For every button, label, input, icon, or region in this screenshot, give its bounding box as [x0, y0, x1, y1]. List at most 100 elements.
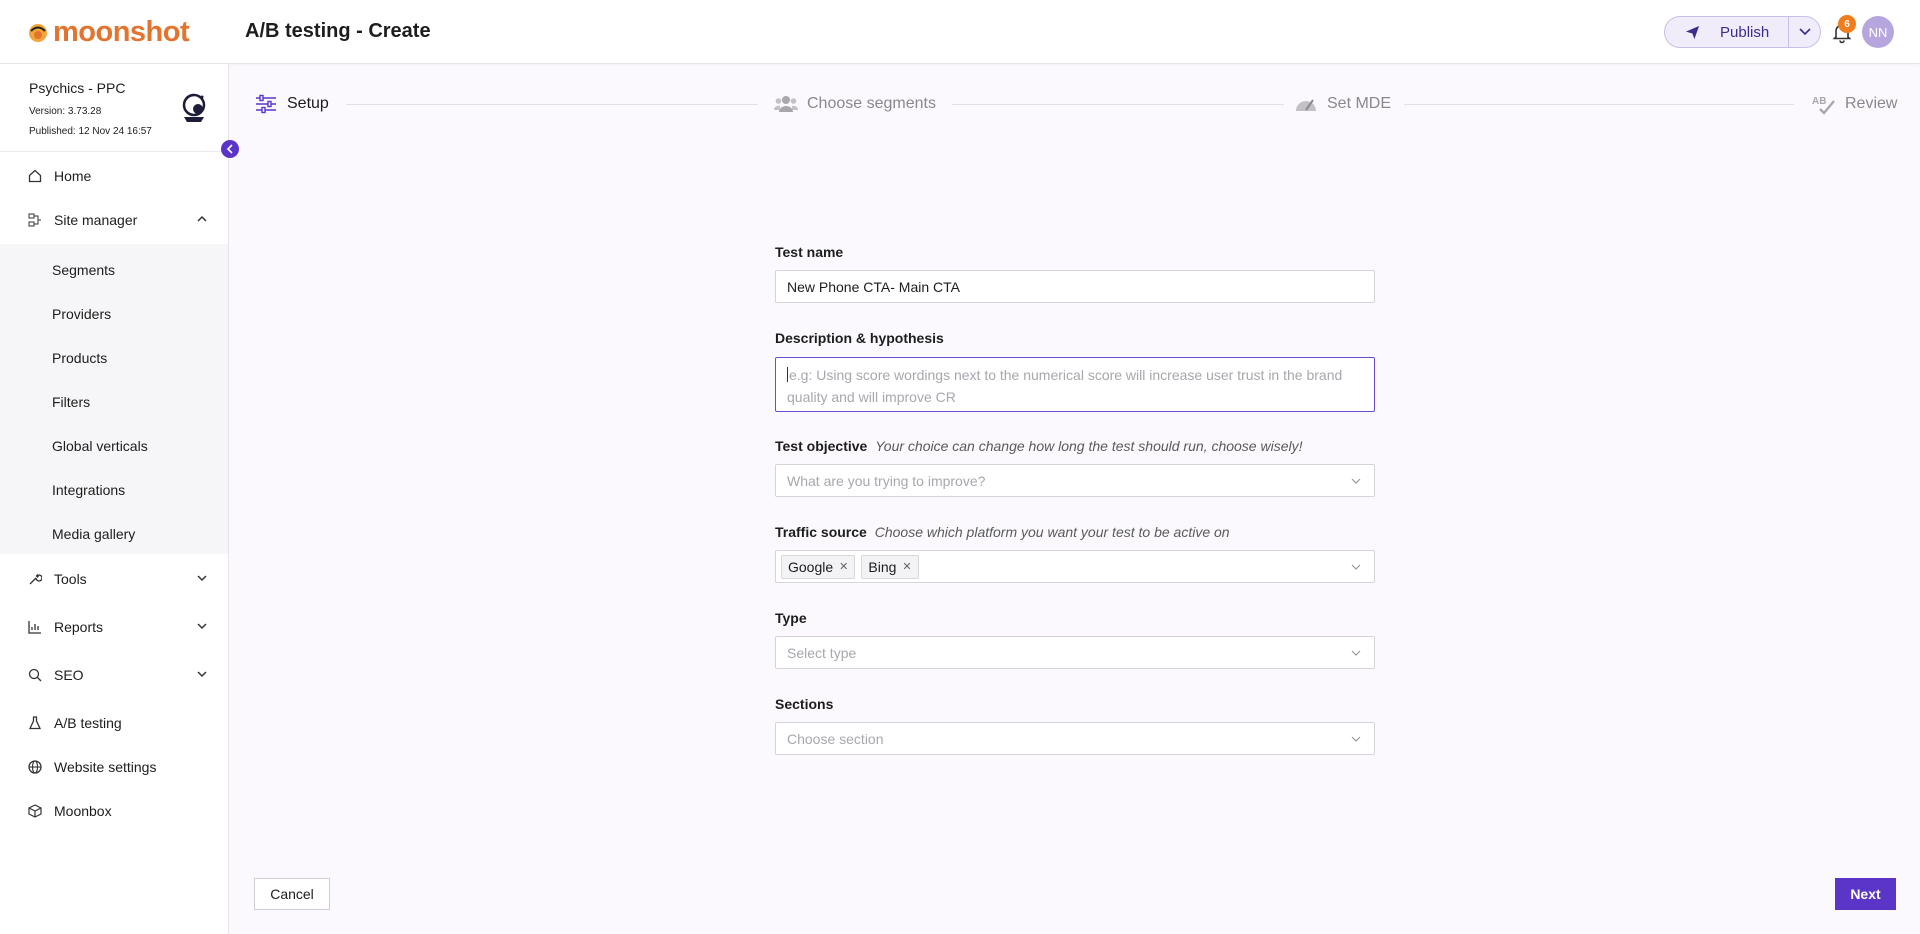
traffic-source-label: Traffic source Choose which platform you…	[775, 524, 1230, 540]
bar-chart-icon	[27, 619, 43, 635]
tag-google-label: Google	[788, 558, 834, 575]
sidebar-item-filters[interactable]: Filters	[52, 394, 90, 410]
step-choose-segments[interactable]: Choose segments	[774, 92, 936, 116]
sidebar-item-providers[interactable]: Providers	[52, 306, 111, 322]
site-manager-submenu: Segments Providers Products Filters Glob…	[0, 244, 228, 554]
test-objective-label: Test objective Your choice can change ho…	[775, 438, 1303, 454]
step-connector	[1404, 104, 1794, 105]
site-info: Psychics - PPC Version: 3.73.28 Publishe…	[0, 64, 228, 152]
tag-bing: Bing ✕	[861, 554, 919, 579]
nav-tools[interactable]: Tools	[0, 558, 228, 600]
nav-moonbox-label: Moonbox	[54, 803, 112, 819]
nav-site-manager[interactable]: Site manager	[0, 199, 228, 241]
nav-reports-label: Reports	[54, 619, 104, 635]
publish-split-button: Publish	[1664, 16, 1821, 48]
traffic-source-title: Traffic source	[775, 524, 867, 540]
sidebar-item-media-gallery[interactable]: Media gallery	[52, 526, 135, 542]
step-connector	[952, 104, 1284, 105]
crystal-ball-icon	[182, 93, 206, 122]
publish-options-button[interactable]	[1789, 17, 1820, 47]
chevron-down-icon	[1351, 478, 1361, 484]
nav-ab-testing-label: A/B testing	[54, 715, 122, 731]
sitemap-icon	[27, 212, 43, 228]
gauge-icon	[1294, 92, 1318, 116]
chevron-down-icon	[197, 575, 207, 582]
nav-website-settings-label: Website settings	[54, 759, 157, 775]
remove-tag-icon[interactable]: ✕	[902, 560, 911, 573]
cancel-button[interactable]: Cancel	[254, 878, 330, 910]
site-version: Version: 3.73.28	[29, 106, 102, 117]
logo-wordmark: moonshot	[53, 15, 190, 48]
test-objective-select[interactable]: What are you trying to improve?	[775, 464, 1375, 497]
type-placeholder: Select type	[787, 644, 857, 661]
test-objective-title: Test objective	[775, 438, 868, 454]
tag-google: Google ✕	[781, 554, 856, 579]
step-setup-label: Setup	[287, 95, 329, 112]
test-objective-hint: Your choice can change how long the test…	[875, 438, 1303, 454]
sidebar: Psychics - PPC Version: 3.73.28 Publishe…	[0, 64, 229, 934]
tag-bing-label: Bing	[868, 558, 897, 575]
chevron-down-icon	[1351, 650, 1361, 656]
moonshot-logo[interactable]: moonshot	[26, 15, 190, 48]
site-published: Published: 12 Nov 24 16:57	[29, 126, 152, 137]
users-icon	[774, 92, 798, 116]
chevron-left-icon	[226, 144, 233, 154]
test-name-label: Test name	[775, 244, 844, 260]
chevron-up-icon	[197, 215, 207, 222]
traffic-source-hint: Choose which platform you want your test…	[874, 524, 1230, 540]
sidebar-item-integrations[interactable]: Integrations	[52, 482, 125, 498]
type-label: Type	[775, 610, 807, 626]
collapse-sidebar-button[interactable]	[221, 140, 239, 158]
step-review-label: Review	[1845, 95, 1898, 112]
nav-moonbox[interactable]: Moonbox	[0, 790, 228, 832]
chevron-down-icon	[197, 671, 207, 678]
description-label: Description & hypothesis	[775, 330, 944, 346]
seo-search-icon	[27, 667, 43, 683]
site-name: Psychics - PPC	[29, 80, 126, 96]
nav-reports[interactable]: Reports	[0, 606, 228, 648]
nav-website-settings[interactable]: Website settings	[0, 746, 228, 788]
test-name-input[interactable]: New Phone CTA- Main CTA	[775, 270, 1375, 303]
step-choose-segments-label: Choose segments	[807, 95, 936, 112]
step-review[interactable]: AB Review	[1812, 92, 1897, 116]
step-set-mde-label: Set MDE	[1327, 95, 1392, 112]
chevron-down-icon	[1351, 564, 1361, 570]
sliders-icon	[254, 92, 278, 116]
sections-select[interactable]: Choose section	[775, 722, 1375, 755]
step-setup[interactable]: Setup	[254, 92, 329, 116]
sidebar-item-products[interactable]: Products	[52, 350, 107, 366]
flask-icon	[27, 715, 43, 731]
sidebar-item-segments[interactable]: Segments	[52, 262, 115, 278]
test-objective-placeholder: What are you trying to improve?	[787, 472, 986, 489]
step-set-mde[interactable]: Set MDE	[1294, 92, 1391, 116]
text-cursor	[787, 367, 788, 382]
nav-seo[interactable]: SEO	[0, 654, 228, 696]
traffic-source-select[interactable]: Google ✕ Bing ✕	[775, 550, 1375, 583]
step-connector	[346, 104, 758, 105]
ab-check-icon: AB	[1812, 92, 1836, 116]
chevron-down-icon	[1798, 28, 1811, 36]
nav-ab-testing[interactable]: A/B testing	[0, 702, 228, 744]
publish-label: Publish	[1720, 23, 1770, 41]
publish-button[interactable]: Publish	[1665, 17, 1789, 47]
remove-tag-icon[interactable]: ✕	[839, 560, 848, 573]
moon-logo-icon	[29, 24, 47, 42]
box-icon	[27, 803, 43, 819]
sections-label: Sections	[775, 696, 834, 712]
wrench-icon	[27, 571, 43, 587]
nav-home-label: Home	[54, 168, 92, 184]
home-icon	[27, 168, 43, 184]
type-select[interactable]: Select type	[775, 636, 1375, 669]
chevron-down-icon	[197, 623, 207, 630]
nav-seo-label: SEO	[54, 667, 84, 683]
next-button[interactable]: Next	[1835, 878, 1896, 910]
nav-site-manager-label: Site manager	[54, 212, 138, 228]
description-placeholder: e.g: Using score wordings next to the nu…	[787, 367, 1343, 405]
description-textarea[interactable]: e.g: Using score wordings next to the nu…	[775, 357, 1375, 412]
page-title: A/B testing - Create	[245, 20, 431, 42]
avatar[interactable]: NN	[1862, 16, 1894, 48]
nav-home[interactable]: Home	[0, 155, 228, 197]
sidebar-item-global-verticals[interactable]: Global verticals	[52, 438, 148, 454]
top-header: moonshot A/B testing - Create Publish 6 …	[0, 0, 1920, 64]
nav-tools-label: Tools	[54, 571, 87, 587]
